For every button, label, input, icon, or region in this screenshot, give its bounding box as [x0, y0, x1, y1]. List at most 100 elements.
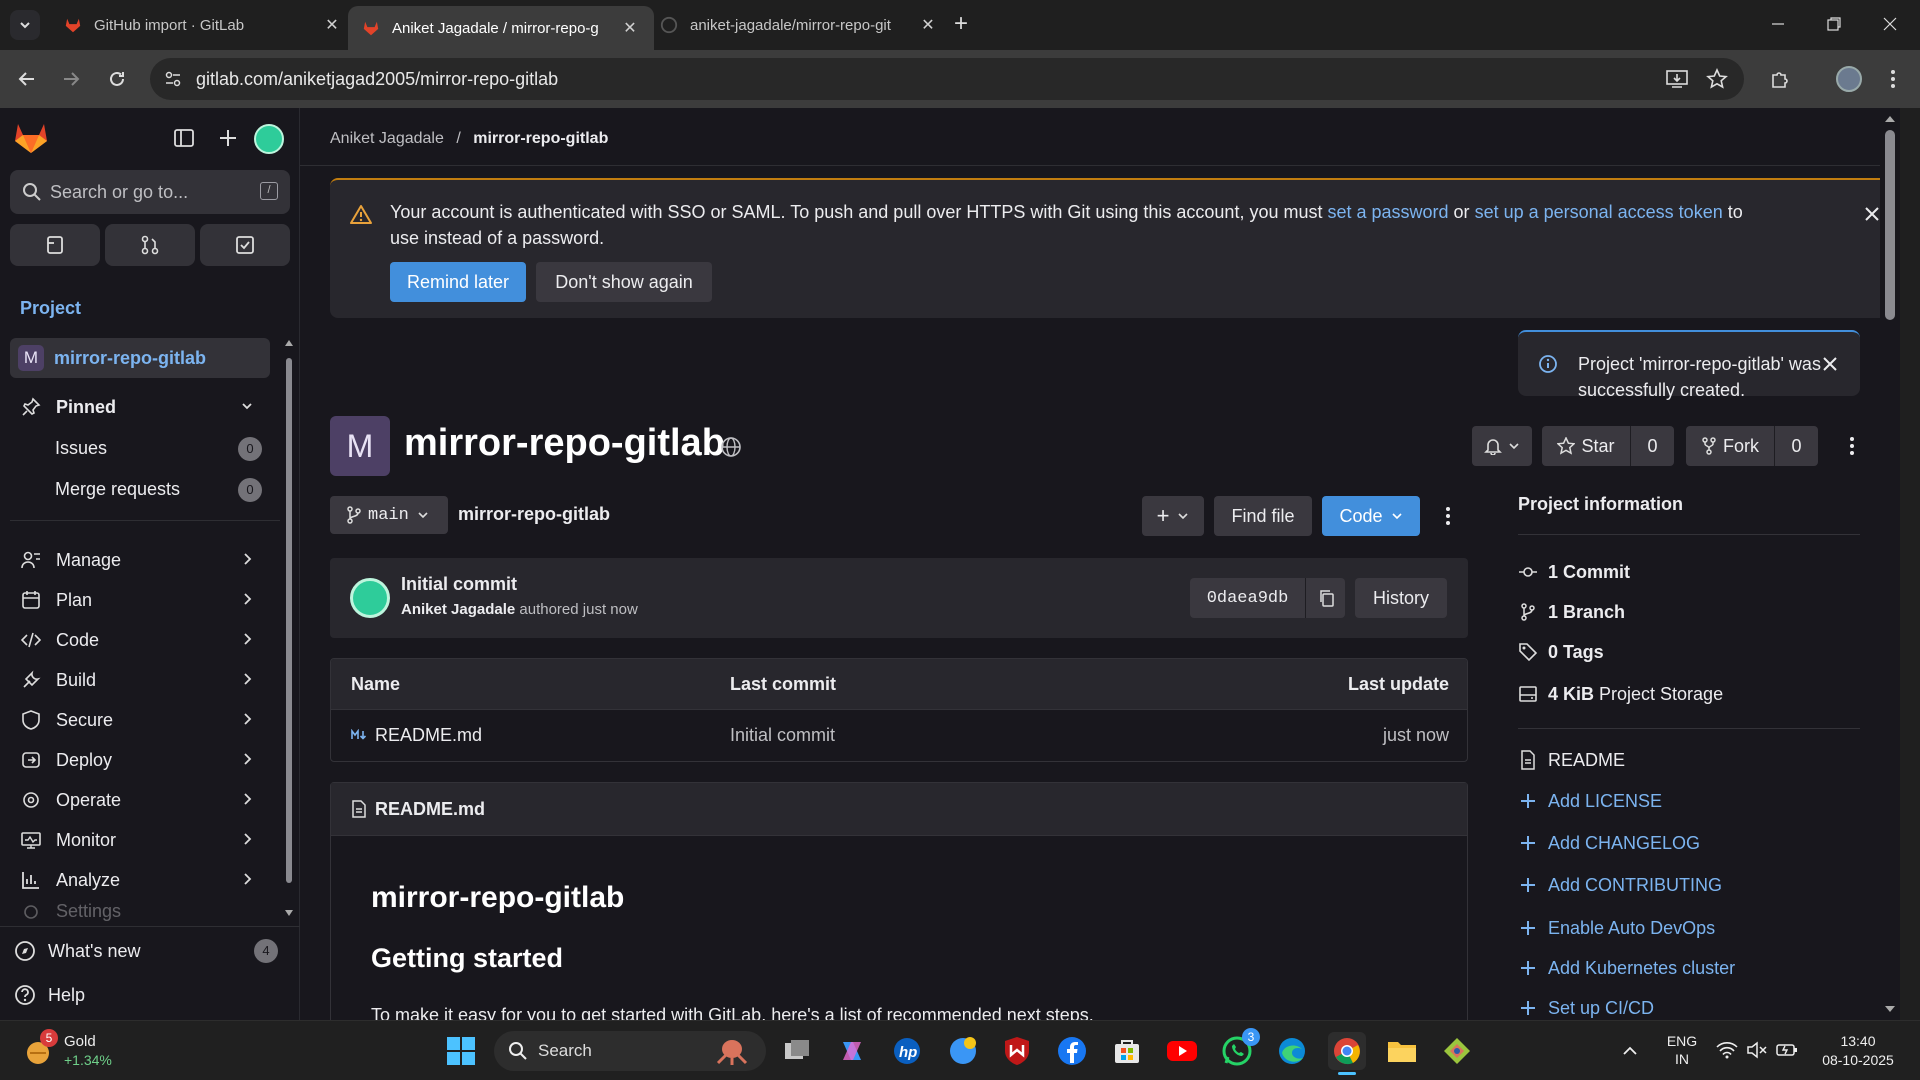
repo-path[interactable]: mirror-repo-gitlab: [458, 504, 610, 525]
todo-button[interactable]: [200, 224, 290, 266]
new-tab-button[interactable]: +: [948, 12, 974, 38]
user-avatar[interactable]: [254, 124, 284, 154]
taskbar-hp[interactable]: hp: [888, 1032, 926, 1070]
sidebar-item-issues[interactable]: Issues 0: [10, 429, 270, 467]
commit-title[interactable]: Initial commit: [401, 574, 517, 595]
dont-show-again-button[interactable]: Don't show again: [536, 262, 712, 302]
extensions-button[interactable]: [1766, 64, 1796, 94]
taskbar-chrome[interactable]: [1328, 1032, 1366, 1075]
sidebar-project-item[interactable]: M mirror-repo-gitlab: [10, 338, 270, 378]
taskbar-file-explorer[interactable]: [1383, 1032, 1421, 1070]
sidebar-item-monitor[interactable]: Monitor: [10, 821, 270, 859]
breadcrumb-project-link[interactable]: mirror-repo-gitlab: [473, 130, 608, 147]
battery-icon[interactable]: [1776, 1041, 1798, 1059]
assigned-issues-button[interactable]: [10, 224, 100, 266]
taskbar-store[interactable]: [1108, 1032, 1146, 1070]
file-last-commit-link[interactable]: Initial commit: [730, 725, 835, 746]
taskbar-facebook[interactable]: [1053, 1032, 1091, 1070]
taskbar-support-assistant[interactable]: [944, 1032, 982, 1070]
minimize-button[interactable]: [1758, 8, 1798, 40]
enable-auto-devops-link[interactable]: Enable Auto DevOps: [1518, 914, 1715, 942]
readme-filename[interactable]: README.md: [375, 799, 485, 820]
reload-button[interactable]: [102, 64, 132, 94]
weather-widget[interactable]: 5 Gold +1.34%: [20, 1029, 160, 1071]
star-button[interactable]: Star: [1542, 426, 1630, 466]
table-row[interactable]: README.md Initial commit just now: [331, 710, 1467, 761]
sidebar-scroll-thumb[interactable]: [286, 358, 292, 883]
profile-avatar[interactable]: [1834, 64, 1864, 94]
taskbar-mcafee[interactable]: [998, 1032, 1036, 1070]
fork-count[interactable]: 0: [1774, 426, 1818, 466]
file-name-link[interactable]: README.md: [375, 725, 482, 746]
taskbar-whatsapp[interactable]: 3: [1218, 1028, 1260, 1070]
branch-selector[interactable]: main: [330, 496, 448, 534]
taskbar-youtube[interactable]: [1163, 1032, 1201, 1070]
help-button[interactable]: Help: [10, 975, 290, 1015]
personal-access-token-link[interactable]: set up a personal access token: [1475, 202, 1723, 222]
browser-tab-github-import[interactable]: GitHub import · GitLab ✕: [50, 6, 356, 44]
gitlab-logo-icon[interactable]: [14, 122, 48, 154]
add-changelog-link[interactable]: Add CHANGELOG: [1518, 829, 1700, 857]
branches-stat[interactable]: 1 Branch: [1518, 598, 1630, 626]
close-tab-icon[interactable]: ✕: [322, 15, 342, 35]
language-indicator[interactable]: ENG IN: [1664, 1032, 1700, 1068]
close-icon[interactable]: [1820, 354, 1840, 374]
start-button[interactable]: [442, 1032, 480, 1070]
browser-tab-github-repo[interactable]: aniket-jagadale/mirror-repo-git ✕: [646, 6, 952, 44]
tab-list-button[interactable]: [10, 10, 40, 40]
star-count[interactable]: 0: [1630, 426, 1674, 466]
restore-button[interactable]: [1814, 8, 1854, 40]
sidebar-item-analyze[interactable]: Analyze: [10, 861, 270, 899]
code-dropdown-button[interactable]: Code: [1322, 496, 1420, 536]
merge-requests-button[interactable]: [105, 224, 195, 266]
set-password-link[interactable]: set a password: [1327, 202, 1448, 222]
page-scrollbar[interactable]: [1880, 108, 1900, 1020]
remind-later-button[interactable]: Remind later: [390, 262, 526, 302]
sidebar-item-operate[interactable]: Operate: [10, 781, 270, 819]
add-contributing-link[interactable]: Add CONTRIBUTING: [1518, 871, 1722, 899]
plus-icon[interactable]: [218, 128, 238, 148]
breadcrumb-owner-link[interactable]: Aniket Jagadale: [330, 130, 444, 147]
browser-menu-button[interactable]: [1878, 64, 1908, 94]
commit-author-avatar[interactable]: [350, 578, 390, 618]
close-tab-icon[interactable]: ✕: [918, 15, 938, 35]
taskbar-search[interactable]: Search: [494, 1031, 766, 1071]
browser-tab-project[interactable]: Aniket Jagadale / mirror-repo-g ✕: [348, 6, 654, 50]
sidebar-item-secure[interactable]: Secure: [10, 701, 270, 739]
taskbar-copilot[interactable]: [833, 1032, 871, 1070]
search-input[interactable]: Search or go to... /: [10, 170, 290, 214]
add-kubernetes-cluster-link[interactable]: Add Kubernetes cluster: [1518, 954, 1735, 982]
storage-stat[interactable]: 4 KiB Project Storage: [1518, 680, 1723, 708]
scroll-down-arrow-icon[interactable]: [284, 908, 294, 918]
taskbar-git[interactable]: [1438, 1032, 1476, 1070]
fork-button[interactable]: Fork: [1686, 426, 1774, 466]
copy-sha-button[interactable]: [1305, 578, 1345, 618]
site-settings-icon[interactable]: [164, 70, 182, 88]
scroll-up-arrow-icon[interactable]: [1884, 114, 1896, 124]
notification-dropdown[interactable]: [1472, 426, 1532, 466]
commit-author[interactable]: Aniket Jagadale: [401, 601, 515, 618]
set-up-ci-cd-link[interactable]: Set up CI/CD: [1518, 994, 1654, 1020]
sidebar-item-settings[interactable]: Settings: [10, 901, 270, 921]
taskbar-task-view[interactable]: [778, 1032, 816, 1070]
sidebar-toggle-icon[interactable]: [174, 128, 194, 148]
close-icon[interactable]: [1862, 204, 1882, 224]
project-actions-menu[interactable]: [1842, 431, 1862, 461]
sidebar-item-merge-requests[interactable]: Merge requests 0: [10, 470, 270, 508]
find-file-button[interactable]: Find file: [1214, 496, 1312, 536]
repo-actions-menu[interactable]: [1438, 501, 1458, 531]
sidebar-item-build[interactable]: Build: [10, 661, 270, 699]
close-window-button[interactable]: [1870, 8, 1910, 40]
add-dropdown-button[interactable]: +: [1142, 496, 1204, 536]
commit-sha[interactable]: 0daea9db: [1190, 578, 1305, 618]
chevron-up-icon[interactable]: [1622, 1043, 1638, 1059]
add-license-link[interactable]: Add LICENSE: [1518, 787, 1662, 815]
clock[interactable]: 13:40 08-10-2025: [1810, 1032, 1906, 1070]
back-button[interactable]: [12, 64, 42, 94]
speaker-muted-icon[interactable]: [1746, 1041, 1768, 1059]
sidebar-scrollbar[interactable]: [284, 338, 294, 918]
sidebar-item-plan[interactable]: Plan: [10, 581, 270, 619]
install-app-icon[interactable]: [1666, 69, 1688, 89]
address-bar[interactable]: gitlab.com/aniketjagad2005/mirror-repo-g…: [150, 58, 1744, 100]
whats-new-button[interactable]: What's new 4: [10, 931, 290, 971]
